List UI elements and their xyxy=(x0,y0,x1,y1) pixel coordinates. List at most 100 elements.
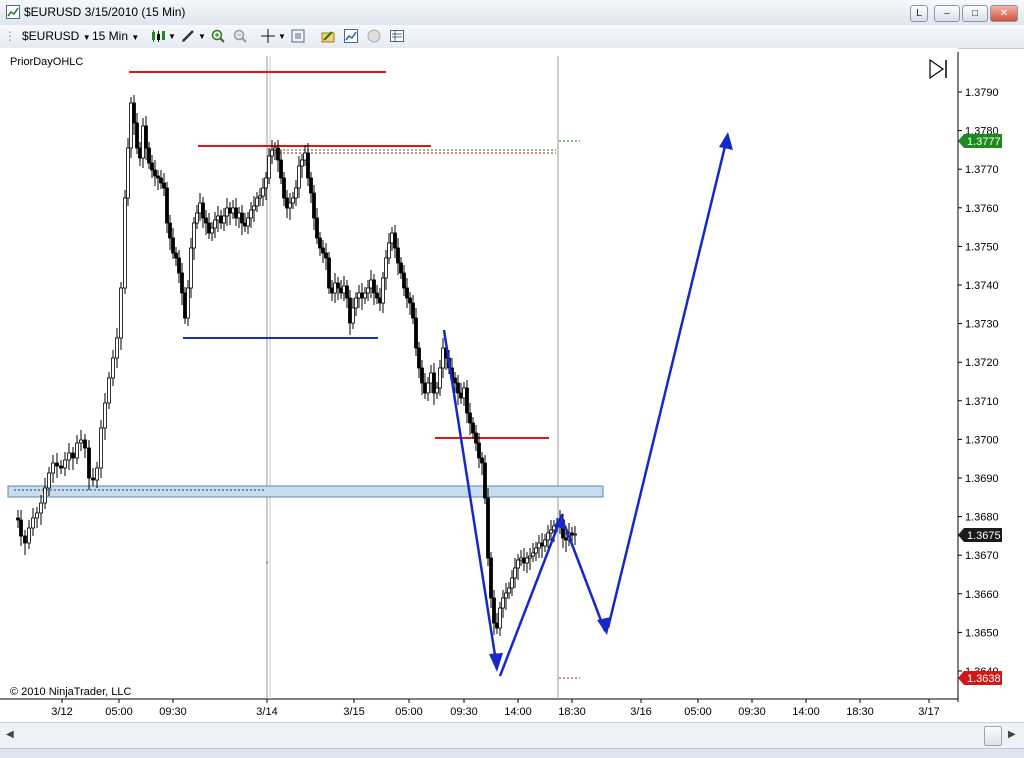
copyright-label: © 2010 NinjaTrader, LLC xyxy=(10,686,131,698)
x-tick-label: 14:00 xyxy=(792,706,820,718)
candle-body xyxy=(204,217,208,224)
candle-body xyxy=(192,222,196,249)
candle-body xyxy=(489,557,493,599)
candle-body xyxy=(360,292,364,299)
candle-body xyxy=(543,539,547,547)
candle-body xyxy=(35,512,39,519)
candle-body xyxy=(103,402,107,429)
scroll-left-icon[interactable]: ◀ xyxy=(6,729,14,740)
title-bar[interactable]: $EURUSD 3/15/2010 (15 Min) L – □ ✕ xyxy=(0,0,1024,26)
candle-body xyxy=(55,462,59,467)
candle-body xyxy=(228,207,232,214)
y-tick-label: 1.3670 xyxy=(965,550,999,562)
candle-body xyxy=(174,252,178,259)
chart-trader-icon[interactable] xyxy=(343,28,359,44)
candle-body xyxy=(426,382,430,394)
chevron-down-icon: ▼ xyxy=(131,33,140,42)
link-button[interactable]: L xyxy=(910,5,928,22)
candle-body xyxy=(31,517,35,529)
candle-body xyxy=(453,377,457,384)
candle-body xyxy=(255,197,259,207)
y-tick-label: 1.3710 xyxy=(965,396,999,408)
horizontal-scrollbar[interactable]: ◀ ▶ xyxy=(0,722,1024,749)
x-tick-label: 18:30 xyxy=(558,706,586,718)
candle-body xyxy=(189,247,193,289)
candle-body xyxy=(324,252,328,259)
candle-body xyxy=(79,439,83,444)
candle-body xyxy=(51,462,55,474)
candle-body xyxy=(129,102,133,149)
candle-body xyxy=(549,529,553,534)
x-tick-label: 3/15 xyxy=(343,706,364,718)
candle-body xyxy=(411,302,415,319)
candle-body xyxy=(363,292,367,299)
candle-body xyxy=(321,247,325,254)
instrument-selector[interactable]: $EURUSD ▼ xyxy=(22,28,91,45)
x-tick-label: 18:30 xyxy=(846,706,874,718)
candle-body xyxy=(462,387,466,399)
maximize-button[interactable]: □ xyxy=(962,5,988,22)
candle-body xyxy=(474,432,478,444)
candle-body xyxy=(372,279,376,294)
candle-body xyxy=(327,257,331,289)
crosshair-icon[interactable] xyxy=(260,28,276,44)
chevron-down-icon[interactable]: ▼ xyxy=(278,28,286,45)
candle-body xyxy=(240,212,244,224)
candle-body xyxy=(540,542,544,547)
candle-body xyxy=(123,197,127,289)
candle-body xyxy=(513,567,517,579)
y-tick-label: 1.3740 xyxy=(965,280,999,292)
candle-body xyxy=(435,387,439,394)
properties-icon[interactable] xyxy=(290,28,306,44)
candle-body xyxy=(47,472,51,489)
candle-body xyxy=(258,195,262,199)
close-button[interactable]: ✕ xyxy=(990,5,1018,22)
candle-body xyxy=(195,212,199,224)
scroll-thumb[interactable] xyxy=(984,726,1002,746)
zoom-in-icon[interactable] xyxy=(210,28,226,44)
candle-body xyxy=(459,392,463,399)
strategy-icon[interactable] xyxy=(320,28,336,44)
candle-body xyxy=(183,292,187,319)
data-box-icon[interactable] xyxy=(389,28,405,44)
price-badge-label: 1.3638 xyxy=(967,673,1001,685)
candle-body xyxy=(477,442,481,459)
candle-body xyxy=(492,597,496,624)
candle-body xyxy=(138,147,142,159)
y-tick-label: 1.3660 xyxy=(965,589,999,601)
y-tick-label: 1.3790 xyxy=(965,87,999,99)
candle-body xyxy=(59,465,63,469)
candle-body xyxy=(99,427,103,469)
ellipse-icon[interactable] xyxy=(366,28,382,44)
candle-body xyxy=(39,502,43,514)
minimize-button[interactable]: – xyxy=(934,5,960,22)
candle-body xyxy=(243,222,247,227)
candle-body xyxy=(95,467,99,481)
candle-body xyxy=(414,317,418,349)
candle-body xyxy=(150,162,154,171)
y-axis-ticks: 1.37901.37801.37701.37601.37501.37401.37… xyxy=(958,87,999,678)
chevron-down-icon[interactable]: ▼ xyxy=(198,28,206,45)
price-chart-area[interactable]: PriorDayOHLC © 2010 NinjaTrader, LLC 1.3… xyxy=(0,48,1024,722)
price-chart[interactable]: PriorDayOHLC © 2010 NinjaTrader, LLC 1.3… xyxy=(0,48,1024,722)
scroll-track[interactable] xyxy=(22,727,982,743)
candle-body xyxy=(210,227,214,234)
chevron-down-icon[interactable]: ▼ xyxy=(168,28,176,45)
candle-body xyxy=(83,439,87,449)
candle-body xyxy=(297,165,301,189)
zoom-out-icon[interactable] xyxy=(232,28,248,44)
price-badge-label: 1.3675 xyxy=(967,530,1001,542)
interval-selector[interactable]: 15 Min ▼ xyxy=(92,28,139,45)
candle-body xyxy=(171,237,175,254)
price-badge-label: 1.3777 xyxy=(967,136,1001,148)
candle-body xyxy=(348,297,352,324)
candle-body xyxy=(486,497,490,559)
y-tick-label: 1.3700 xyxy=(965,434,999,446)
candle-body xyxy=(87,447,91,479)
x-tick-label: 14:00 xyxy=(504,706,532,718)
bar-style-icon[interactable] xyxy=(150,28,166,44)
candle-body xyxy=(213,219,217,229)
scroll-right-icon[interactable]: ▶ xyxy=(1008,729,1016,740)
candle-body xyxy=(339,287,343,294)
draw-pencil-icon[interactable] xyxy=(180,28,196,44)
